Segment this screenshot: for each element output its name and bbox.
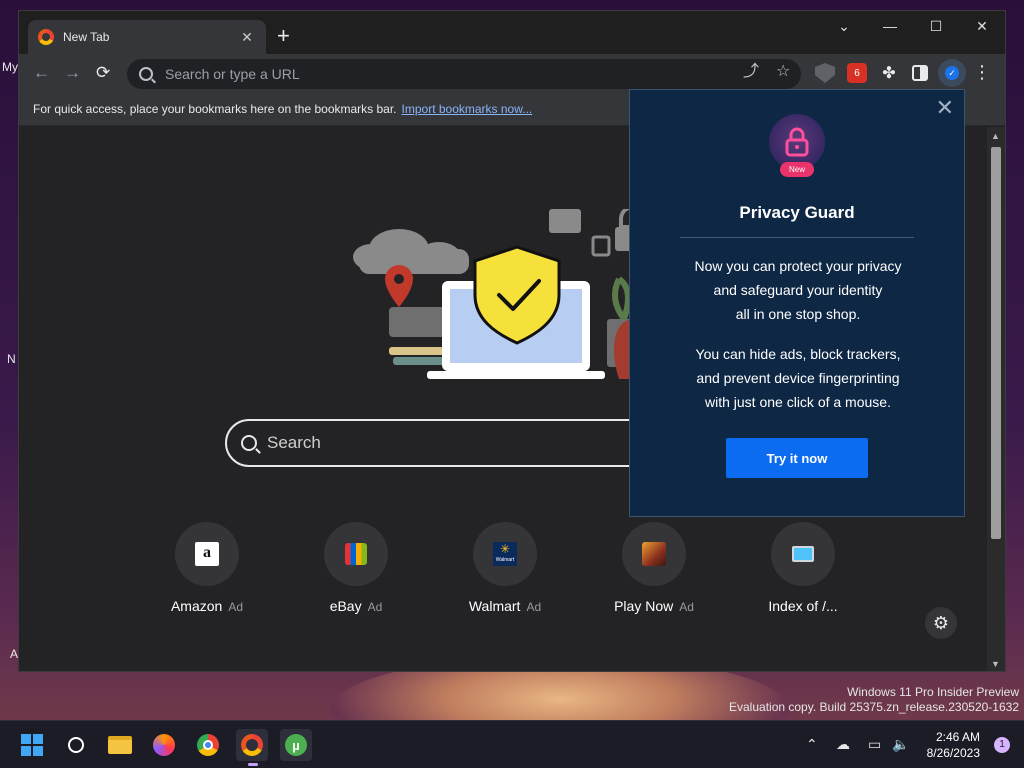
browser-toolbar: ← → ⟳ ⤴ ☆ 6 ✤ ✓ ⋮: [19, 54, 1005, 92]
close-popup-icon[interactable]: ✕: [936, 96, 954, 120]
shortcut-ebay[interactable]: eBay Ad: [291, 522, 421, 614]
shortcut-icon-circle: [622, 522, 686, 586]
customize-gear-icon[interactable]: ⚙: [925, 607, 957, 639]
start-button[interactable]: [16, 729, 48, 761]
windows-logo-icon: [21, 734, 43, 756]
import-bookmarks-link[interactable]: Import bookmarks now...: [402, 102, 533, 116]
shortcut-icon-circle: [324, 522, 388, 586]
new-badge: New: [780, 162, 814, 177]
shortcut-label: Amazon: [170, 598, 223, 614]
share-icon[interactable]: ⤴: [743, 63, 759, 81]
windows-watermark: Windows 11 Pro Insider Preview Evaluatio…: [729, 685, 1019, 715]
tab-search-chevron-icon[interactable]: ⌄: [821, 11, 867, 41]
desktop-icon-label-n[interactable]: N: [7, 352, 16, 366]
extension-shield-icon[interactable]: [815, 63, 835, 83]
ad-tag: Ad: [526, 600, 542, 614]
active-browser-icon[interactable]: [236, 729, 268, 766]
shortcut-amazon[interactable]: a Amazon Ad: [142, 522, 272, 614]
monitor-icon: [792, 546, 814, 562]
scroll-down-arrow-icon[interactable]: ▼: [991, 659, 1000, 669]
popup-paragraph-1: Now you can protect your privacy and safe…: [694, 258, 902, 322]
file-explorer-icon[interactable]: [104, 729, 136, 761]
watermark-build: Evaluation copy. Build 25375.zn_release.…: [729, 700, 1019, 714]
back-arrow-icon[interactable]: ←: [33, 63, 50, 83]
maximize-button[interactable]: ☐: [913, 11, 959, 41]
game-icon: [642, 542, 666, 566]
clock-date: 8/26/2023: [926, 746, 980, 760]
privacy-guard-extension-icon[interactable]: ✓: [938, 59, 966, 87]
tray-chevron-icon[interactable]: ⌃: [806, 736, 818, 753]
windows-taskbar: µ ⌃ ☁ ▭ 🔈 2:46 AM 8/26/2023 1: [0, 720, 1024, 768]
desktop-icon-label-a[interactable]: A: [10, 647, 18, 661]
privacy-guard-popup: ✕ New Privacy Guard Now you can protect …: [629, 89, 965, 517]
tab-strip: New Tab ✕ + ⌄ — ☐ ✕: [19, 11, 1005, 54]
popup-paragraph-2: You can hide ads, block trackers, and pre…: [695, 346, 901, 410]
newtab-search-box[interactable]: [225, 419, 665, 467]
network-icon[interactable]: ▭: [868, 736, 881, 753]
page-scrollbar[interactable]: ▲ ▼: [987, 127, 1005, 671]
ad-tag: Ad: [679, 600, 694, 614]
close-window-button[interactable]: ✕: [959, 11, 1005, 41]
cloud-offline-icon[interactable]: ☁: [836, 736, 850, 753]
address-input[interactable]: [165, 66, 789, 82]
ad-tag: Ad: [228, 600, 244, 614]
shortcut-play-now[interactable]: Play Now Ad: [589, 522, 719, 614]
scrollbar-thumb[interactable]: [991, 147, 1001, 539]
try-it-now-button[interactable]: Try it now: [726, 438, 868, 478]
ad-tag: Ad: [367, 600, 383, 614]
watermark-edition: Windows 11 Pro Insider Preview: [847, 685, 1019, 699]
running-indicator: [248, 763, 258, 766]
shortcut-icon-circle: [771, 522, 835, 586]
side-panel-icon[interactable]: [912, 65, 928, 81]
minimize-button[interactable]: —: [867, 11, 913, 41]
clock-time: 2:46 AM: [935, 730, 980, 744]
popup-divider: [680, 237, 914, 238]
search-icon: [139, 67, 153, 81]
shortcut-label: eBay: [329, 598, 362, 614]
tab-new-tab[interactable]: New Tab ✕: [28, 20, 266, 54]
tab-close-icon[interactable]: ✕: [238, 29, 256, 46]
search-taskbar-icon[interactable]: [60, 729, 92, 761]
privacy-illustration: [353, 209, 639, 379]
browser-favicon-icon: [38, 29, 54, 45]
utorrent-icon[interactable]: µ: [280, 729, 312, 761]
shortcut-label: Walmart: [468, 598, 521, 614]
bookmark-star-icon[interactable]: ☆: [776, 63, 790, 81]
extension-red-badge-icon[interactable]: 6: [847, 63, 867, 83]
desktop-icon-label-my[interactable]: My: [2, 60, 18, 74]
popup-title: Privacy Guard: [739, 203, 855, 222]
shortcut-label: Index of /...: [768, 598, 838, 614]
firefox-icon[interactable]: [148, 729, 180, 761]
browser-menu-icon[interactable]: ⋮: [973, 62, 991, 82]
system-clock[interactable]: 2:46 AM 8/26/2023: [927, 729, 980, 761]
reload-icon[interactable]: ⟳: [96, 63, 110, 83]
chrome-icon[interactable]: [192, 729, 224, 761]
shortcut-icon-circle: ✳ Walmart: [473, 522, 537, 586]
volume-icon[interactable]: 🔈: [892, 736, 909, 753]
shortcut-icon-circle: a: [175, 522, 239, 586]
extensions-puzzle-icon[interactable]: ✤: [879, 63, 899, 83]
shortcut-label: Play Now: [614, 598, 674, 614]
bookmarks-hint: For quick access, place your bookmarks h…: [33, 101, 397, 116]
ebay-bag-icon: [345, 543, 367, 565]
search-icon: [241, 435, 257, 451]
tab-title: New Tab: [63, 30, 110, 44]
amazon-icon: a: [195, 542, 219, 566]
shortcut-index-of[interactable]: Index of /...: [738, 522, 868, 614]
checkmark-icon: ✓: [945, 66, 959, 80]
forward-arrow-icon[interactable]: →: [64, 63, 81, 83]
notification-badge[interactable]: 1: [994, 737, 1010, 753]
window-controls: ⌄ — ☐ ✕: [821, 11, 1005, 41]
walmart-icon: ✳ Walmart: [493, 542, 517, 566]
new-tab-button[interactable]: +: [277, 24, 290, 48]
address-bar[interactable]: [127, 59, 801, 89]
shortcut-walmart[interactable]: ✳ Walmart Walmart Ad: [440, 522, 570, 614]
scroll-up-arrow-icon[interactable]: ▲: [991, 131, 1000, 141]
newtab-search-input[interactable]: [267, 433, 627, 453]
